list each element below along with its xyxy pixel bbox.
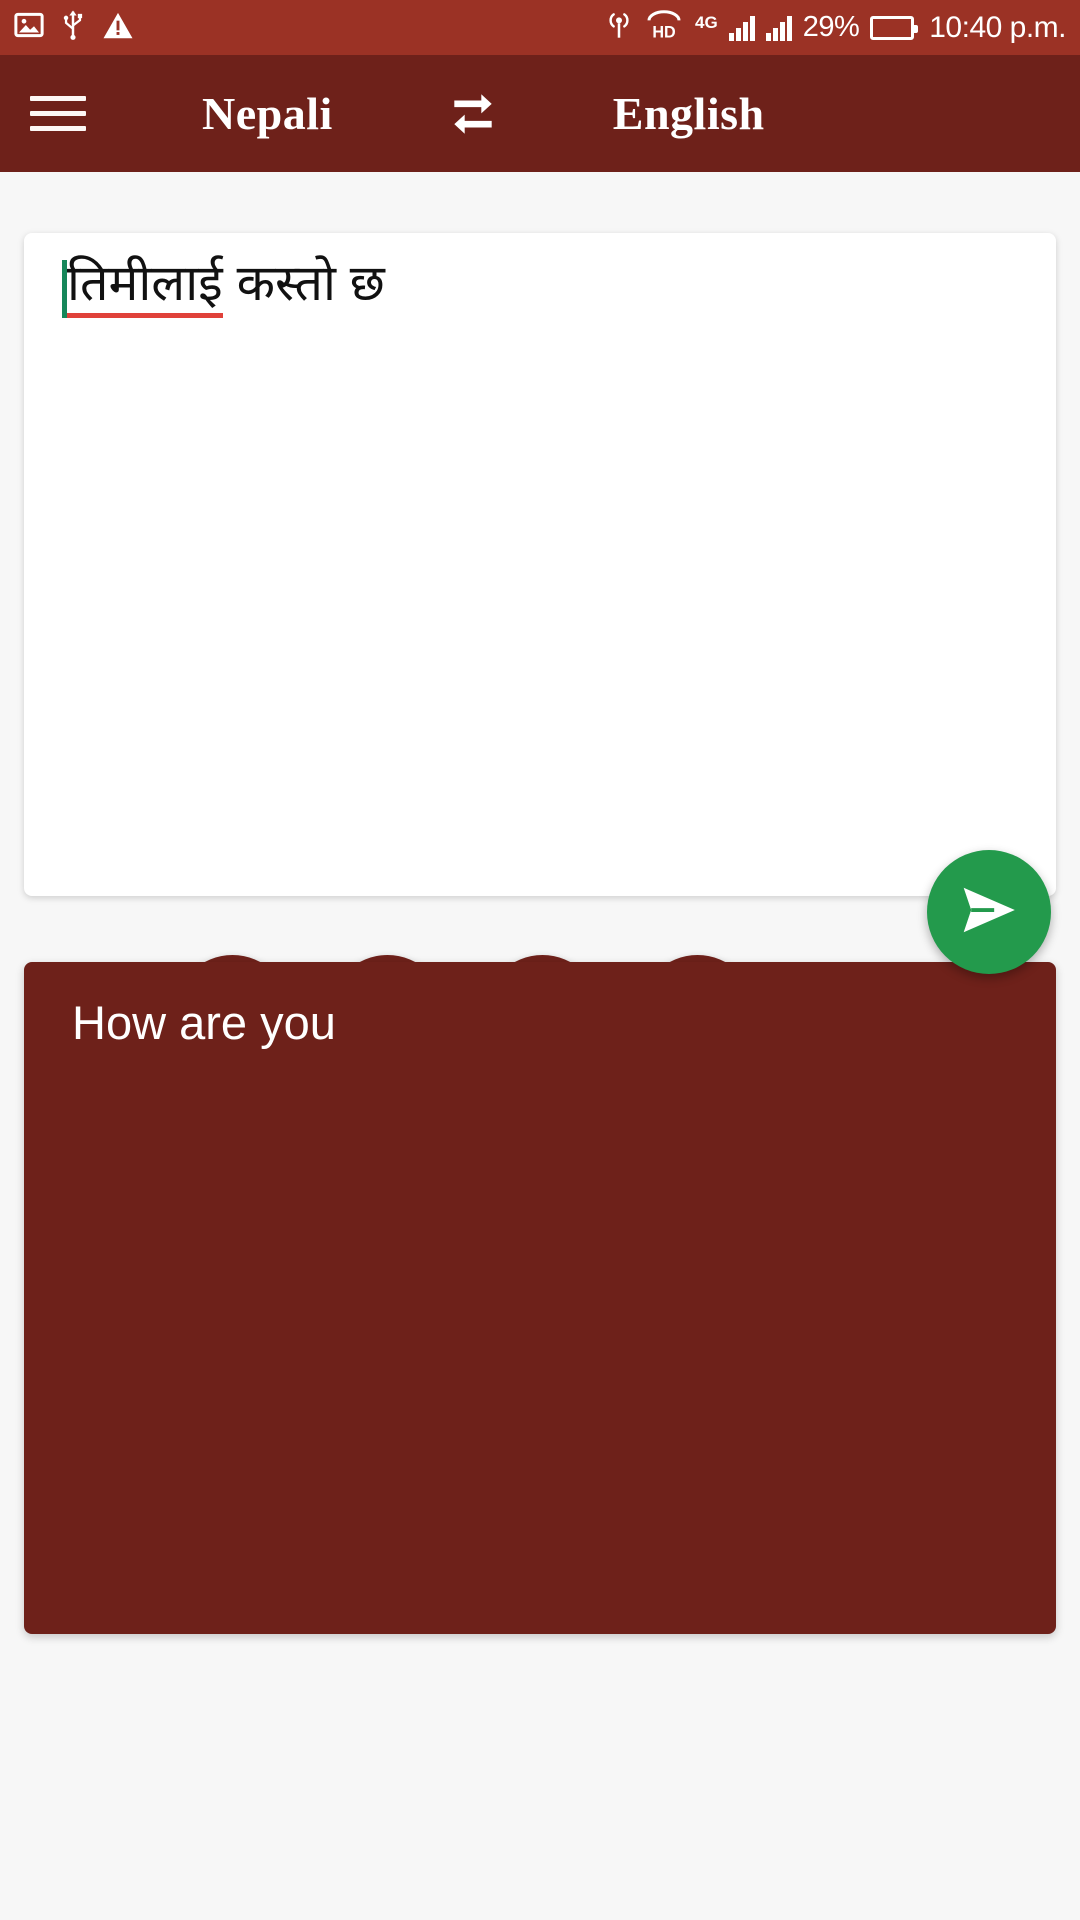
signal-strength-sim1-icon xyxy=(728,15,755,41)
translator-app-screen: HD 4G 29% 10:40 p.m. Nepali English तिमी… xyxy=(0,0,1080,1920)
swap-languages-icon[interactable] xyxy=(443,84,503,144)
clock-label: 10:40 p.m. xyxy=(929,10,1066,44)
translated-text-card: How are you xyxy=(24,962,1056,1634)
misspelled-word: तिमीलाई xyxy=(67,255,223,318)
status-bar-left-icons xyxy=(14,10,134,45)
app-bar: Nepali English xyxy=(0,55,1080,172)
signal-strength-sim2-icon xyxy=(765,15,792,41)
status-bar-right-icons: HD 4G 29% 10:40 p.m. xyxy=(605,10,1066,45)
source-text-value: तिमीलाई कस्तो छ xyxy=(67,253,385,318)
image-icon xyxy=(14,10,44,45)
network-type-label: 4G xyxy=(695,13,718,32)
translated-text-value: How are you xyxy=(72,996,336,1049)
svg-text:HD: HD xyxy=(652,24,675,40)
warning-icon xyxy=(102,11,134,45)
source-text-input[interactable]: तिमीलाई कस्तो छ xyxy=(62,253,385,318)
source-text-remainder: कस्तो छ xyxy=(222,255,385,311)
translate-send-button[interactable] xyxy=(927,850,1051,974)
usb-icon xyxy=(60,10,86,45)
battery-icon xyxy=(870,15,919,40)
battery-percent-label: 29% xyxy=(802,11,860,43)
source-text-card[interactable]: तिमीलाई कस्तो छ xyxy=(24,233,1056,1072)
send-paper-plane-icon xyxy=(958,879,1020,946)
hotspot-icon xyxy=(605,10,633,45)
source-language-label[interactable]: Nepali xyxy=(202,87,333,140)
hd-volte-icon: HD xyxy=(644,10,684,45)
hamburger-menu-icon[interactable] xyxy=(30,96,134,131)
target-language-label[interactable]: English xyxy=(613,87,765,140)
status-bar: HD 4G 29% 10:40 p.m. xyxy=(0,0,1080,55)
